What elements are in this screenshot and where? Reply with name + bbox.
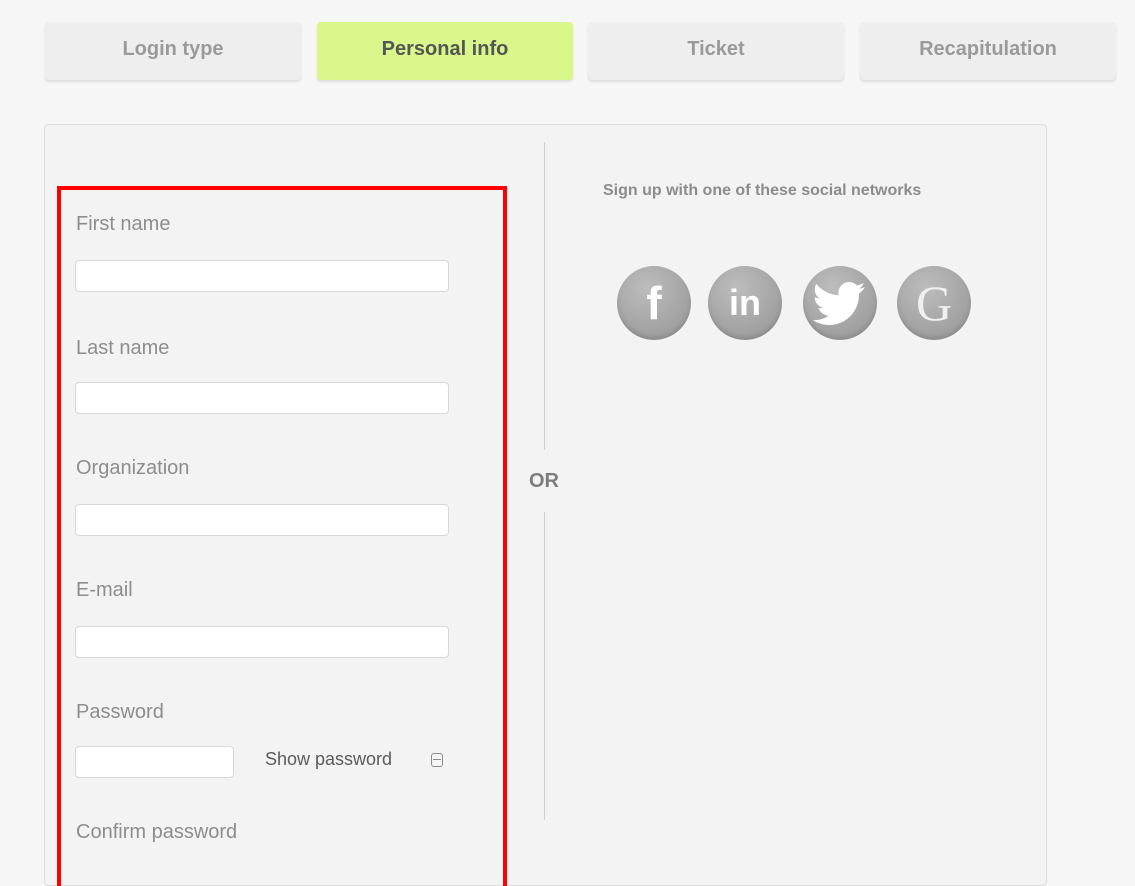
tab-ticket[interactable]: Ticket: [588, 22, 844, 80]
google-icon[interactable]: G: [897, 266, 971, 340]
tab-recapitulation[interactable]: Recapitulation: [860, 22, 1116, 80]
twitter-icon[interactable]: [803, 266, 877, 340]
divider-line-bottom: [544, 512, 545, 820]
personal-info-highlight: [57, 186, 507, 886]
google-glyph: G: [915, 275, 953, 331]
facebook-icon[interactable]: f: [617, 266, 691, 340]
tab-login-type[interactable]: Login type: [45, 22, 301, 80]
tab-personal-info[interactable]: Personal info: [317, 22, 573, 80]
twitter-bird-glyph: [813, 282, 865, 325]
social-signup-title: Sign up with one of these social network…: [603, 182, 922, 199]
linkedin-icon[interactable]: in: [708, 266, 782, 340]
divider-line-top: [544, 142, 545, 450]
linkedin-glyph: in: [729, 282, 761, 323]
facebook-glyph: f: [646, 277, 662, 329]
or-separator: OR: [529, 470, 559, 492]
